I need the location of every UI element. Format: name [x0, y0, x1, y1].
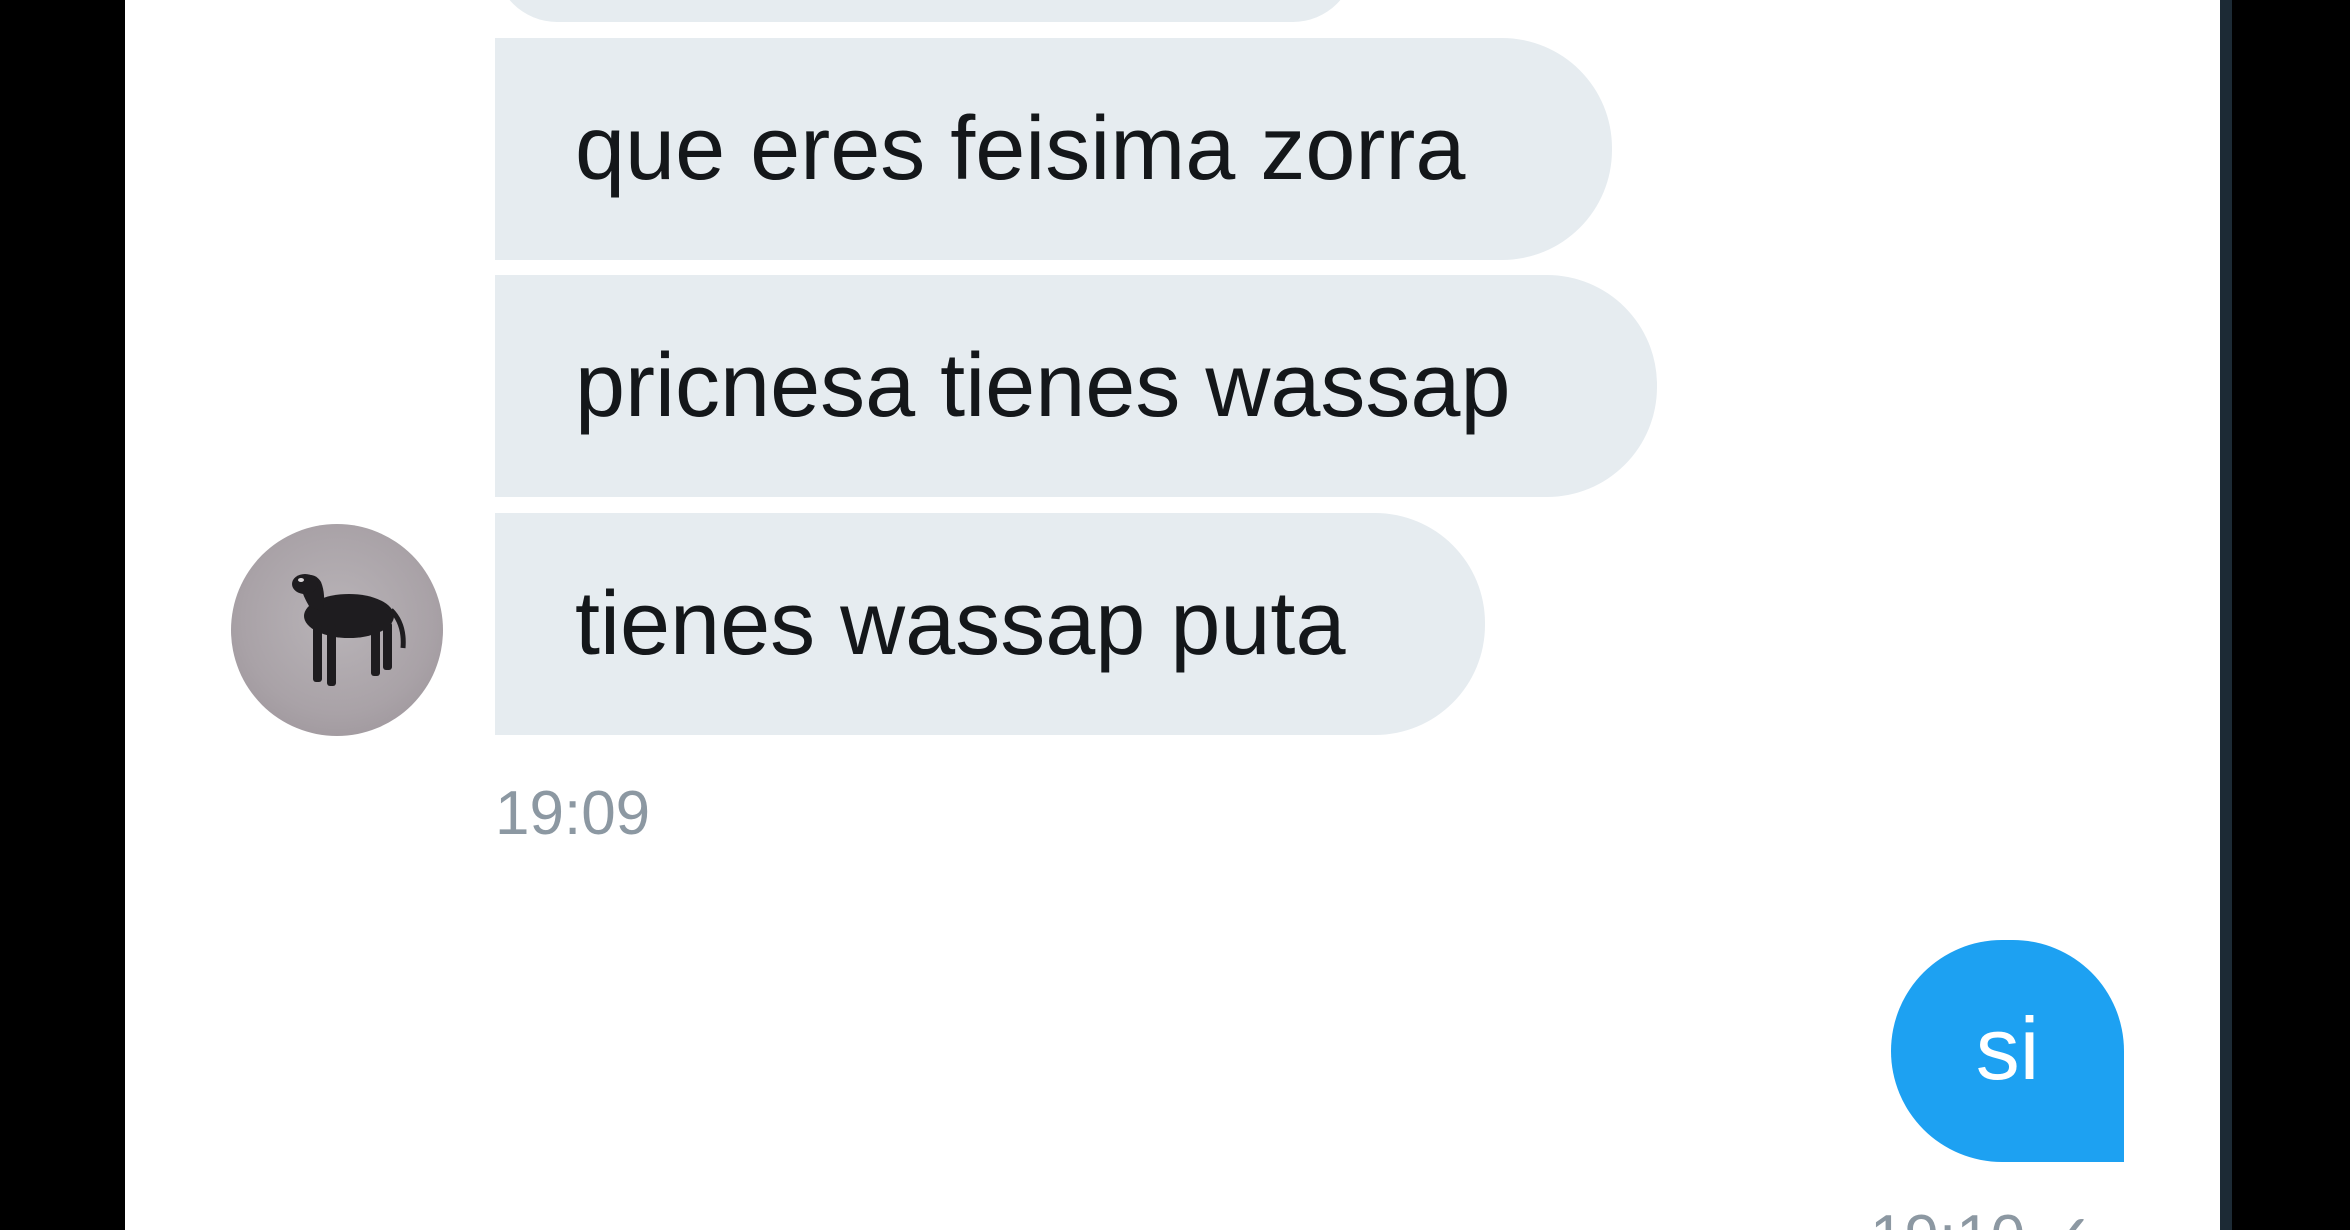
incoming-message-bubble[interactable]: tienes wassap puta — [495, 513, 1485, 735]
chat-screen: que eres feisima zorra pricnesa tienes w… — [125, 0, 2220, 1230]
incoming-message-bubble[interactable]: pricnesa tienes wassap — [495, 275, 1657, 497]
device-frame-edge — [2220, 0, 2232, 1230]
outgoing-message-bubble[interactable]: si — [1891, 940, 2124, 1162]
dog-photo-icon — [292, 574, 406, 686]
message-timestamp: 19:09 — [495, 779, 651, 848]
message-bubble-partial[interactable] — [495, 0, 1355, 22]
avatar[interactable] — [231, 524, 443, 736]
incoming-message-bubble[interactable]: que eres feisima zorra — [495, 38, 1612, 260]
message-timestamp-read: 19:10 ✓ — [1870, 1200, 2094, 1230]
message-text: pricnesa tienes wassap — [575, 336, 1511, 436]
message-text: que eres feisima zorra — [575, 99, 1466, 199]
message-text: tienes wassap puta — [575, 574, 1346, 674]
message-text: si — [1975, 998, 2040, 1098]
